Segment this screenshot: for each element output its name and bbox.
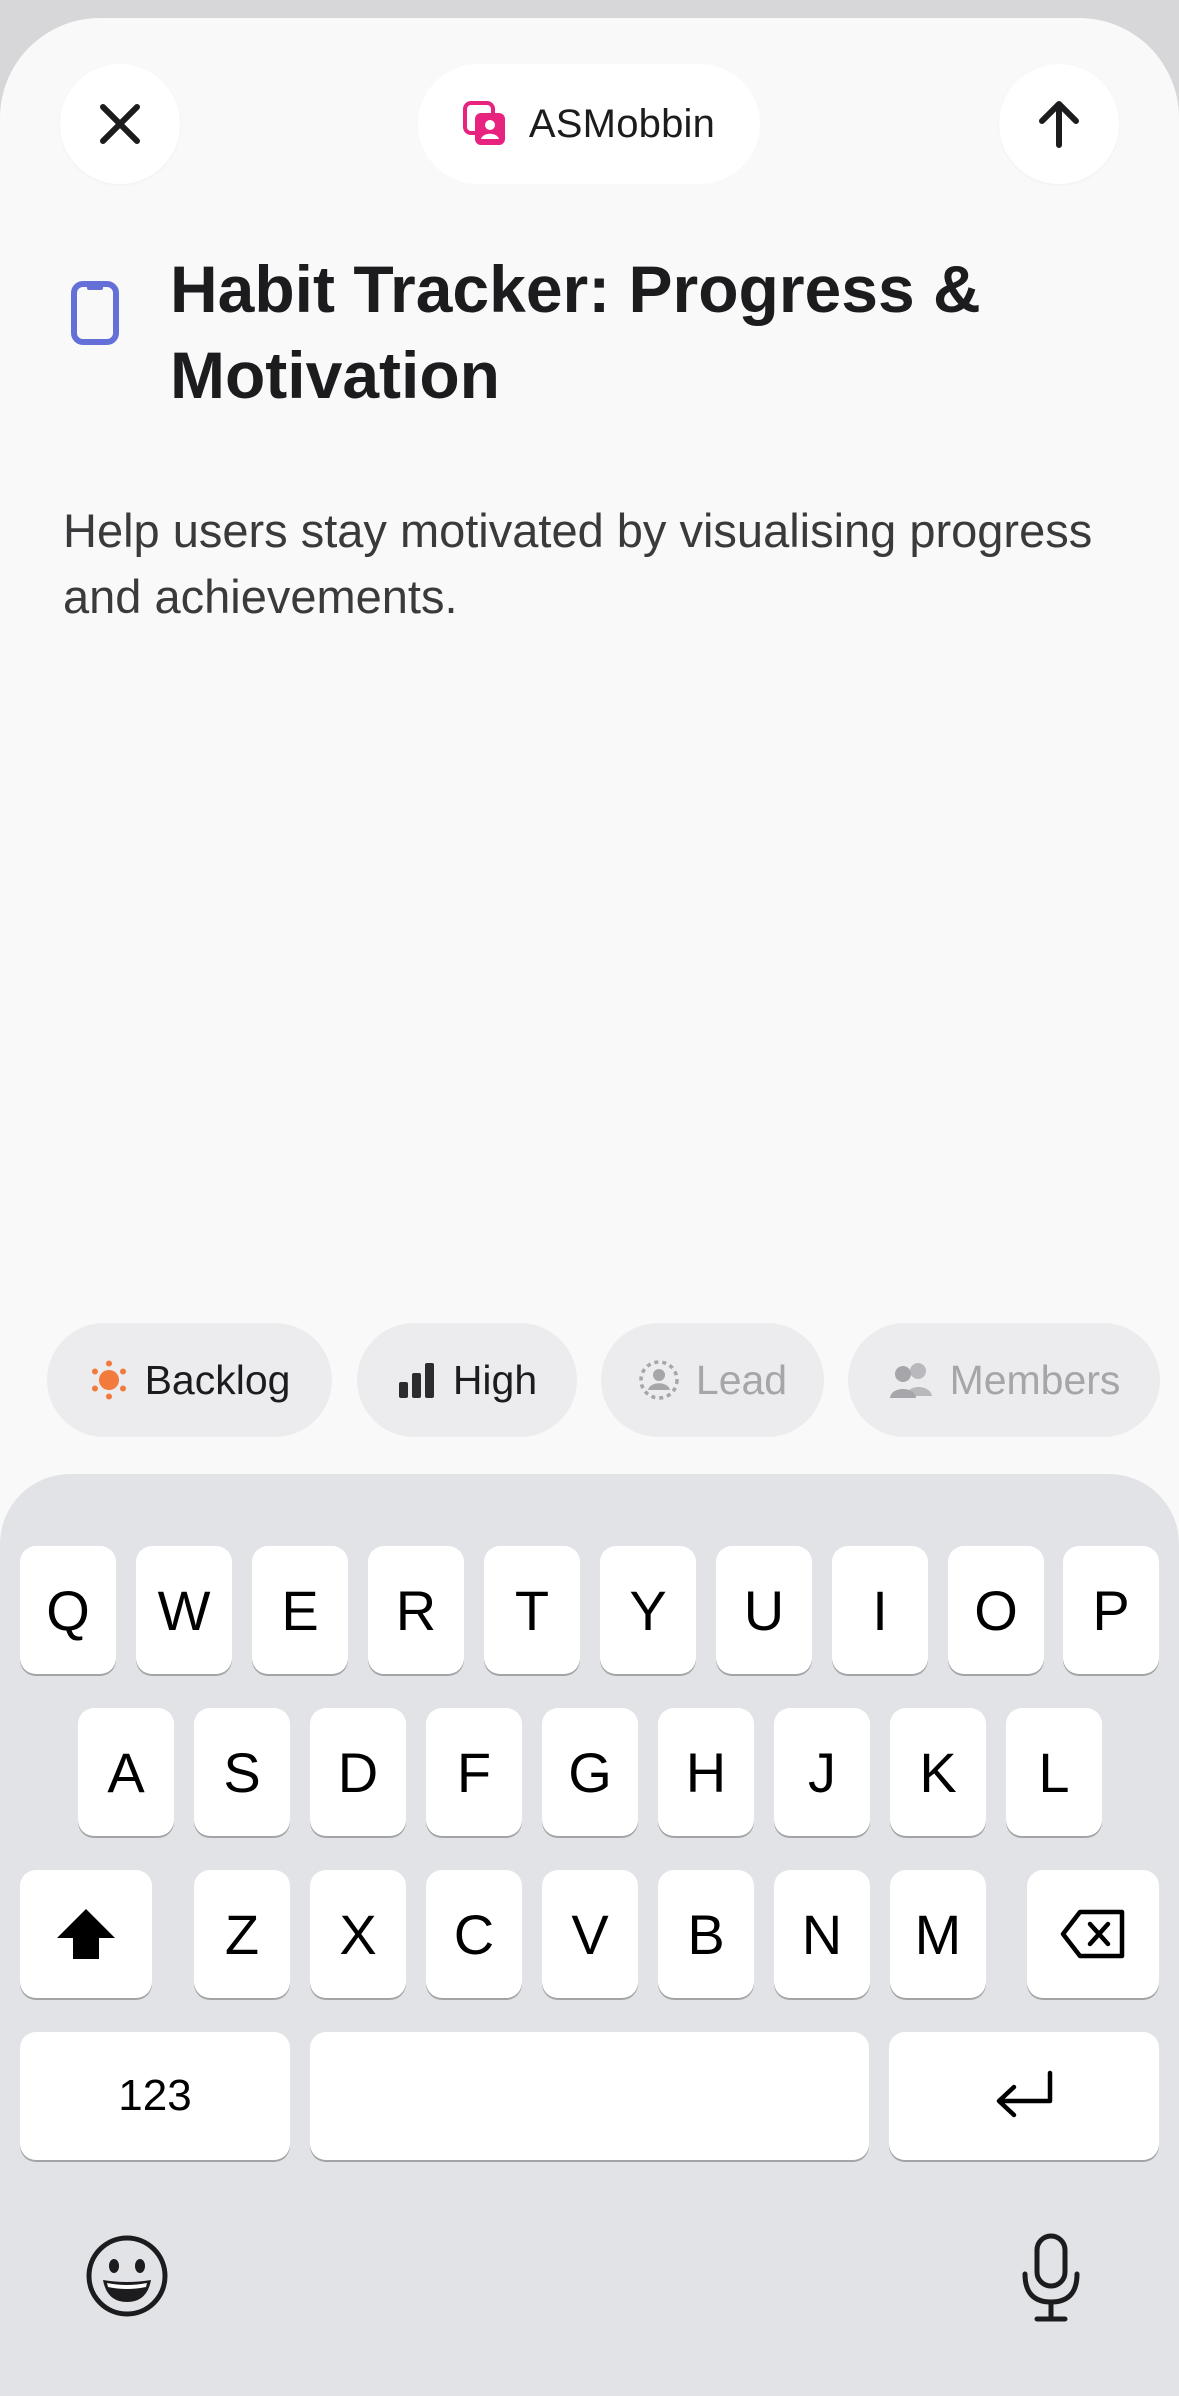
onscreen-keyboard: Q W E R T Y U I O P A S D F G H J K L Z … bbox=[0, 1474, 1179, 2396]
key-z[interactable]: Z bbox=[194, 1870, 290, 1998]
key-n[interactable]: N bbox=[774, 1870, 870, 1998]
shift-key[interactable] bbox=[20, 1870, 152, 1998]
status-label: Backlog bbox=[144, 1356, 291, 1403]
issue-title-field[interactable]: Habit Tracker: Progress & Motivation bbox=[170, 246, 1070, 418]
backspace-icon bbox=[1060, 1909, 1125, 1959]
team-name: ASMobbin bbox=[528, 101, 716, 146]
priority-label: High bbox=[452, 1356, 538, 1403]
priority-bars-icon bbox=[398, 1363, 434, 1398]
emoji-icon bbox=[86, 2235, 168, 2317]
members-chip[interactable]: Members bbox=[848, 1323, 1160, 1437]
members-icon bbox=[889, 1363, 932, 1398]
key-g[interactable]: G bbox=[542, 1708, 638, 1836]
mobile-device-icon[interactable] bbox=[70, 280, 120, 351]
key-x[interactable]: X bbox=[310, 1870, 406, 1998]
key-q[interactable]: Q bbox=[20, 1546, 116, 1674]
key-a[interactable]: A bbox=[78, 1708, 174, 1836]
members-label: Members bbox=[949, 1356, 1121, 1403]
lead-label: Lead bbox=[695, 1356, 788, 1403]
arrow-up-icon bbox=[1039, 101, 1079, 148]
key-w[interactable]: W bbox=[136, 1546, 232, 1674]
key-o[interactable]: O bbox=[948, 1546, 1044, 1674]
key-j[interactable]: J bbox=[774, 1708, 870, 1836]
key-u[interactable]: U bbox=[716, 1546, 812, 1674]
key-d[interactable]: D bbox=[310, 1708, 406, 1836]
shift-icon bbox=[57, 1909, 115, 1959]
key-b[interactable]: B bbox=[658, 1870, 754, 1998]
key-h[interactable]: H bbox=[658, 1708, 754, 1836]
key-y[interactable]: Y bbox=[600, 1546, 696, 1674]
issue-description-field[interactable]: Help users stay motivated by visualising… bbox=[63, 498, 1113, 630]
team-avatar-icon bbox=[462, 101, 505, 145]
close-icon bbox=[100, 104, 140, 144]
delete-key[interactable] bbox=[1027, 1870, 1159, 1998]
backlog-status-icon bbox=[91, 1360, 126, 1400]
key-t[interactable]: T bbox=[484, 1546, 580, 1674]
return-key[interactable] bbox=[889, 2032, 1159, 2160]
status-chip[interactable]: Backlog bbox=[47, 1323, 332, 1437]
key-p[interactable]: P bbox=[1063, 1546, 1159, 1674]
space-key[interactable] bbox=[310, 2032, 869, 2160]
lead-user-icon bbox=[639, 1360, 679, 1400]
key-k[interactable]: K bbox=[890, 1708, 986, 1836]
submit-button[interactable] bbox=[999, 64, 1119, 184]
dictation-button[interactable] bbox=[1020, 2232, 1082, 2329]
key-s[interactable]: S bbox=[194, 1708, 290, 1836]
key-v[interactable]: V bbox=[542, 1870, 638, 1998]
key-c[interactable]: C bbox=[426, 1870, 522, 1998]
return-icon bbox=[996, 2070, 1053, 2118]
key-m[interactable]: M bbox=[890, 1870, 986, 1998]
team-selector[interactable]: ASMobbin bbox=[418, 64, 760, 184]
key-f[interactable]: F bbox=[426, 1708, 522, 1836]
numbers-key[interactable]: 123 bbox=[20, 2032, 290, 2160]
emoji-button[interactable] bbox=[85, 2234, 169, 2323]
key-e[interactable]: E bbox=[252, 1546, 348, 1674]
microphone-icon bbox=[1022, 2233, 1080, 2322]
close-button[interactable] bbox=[60, 64, 180, 184]
key-r[interactable]: R bbox=[368, 1546, 464, 1674]
lead-chip[interactable]: Lead bbox=[601, 1323, 824, 1437]
priority-chip[interactable]: High bbox=[357, 1323, 577, 1437]
key-i[interactable]: I bbox=[832, 1546, 928, 1674]
key-l[interactable]: L bbox=[1006, 1708, 1102, 1836]
